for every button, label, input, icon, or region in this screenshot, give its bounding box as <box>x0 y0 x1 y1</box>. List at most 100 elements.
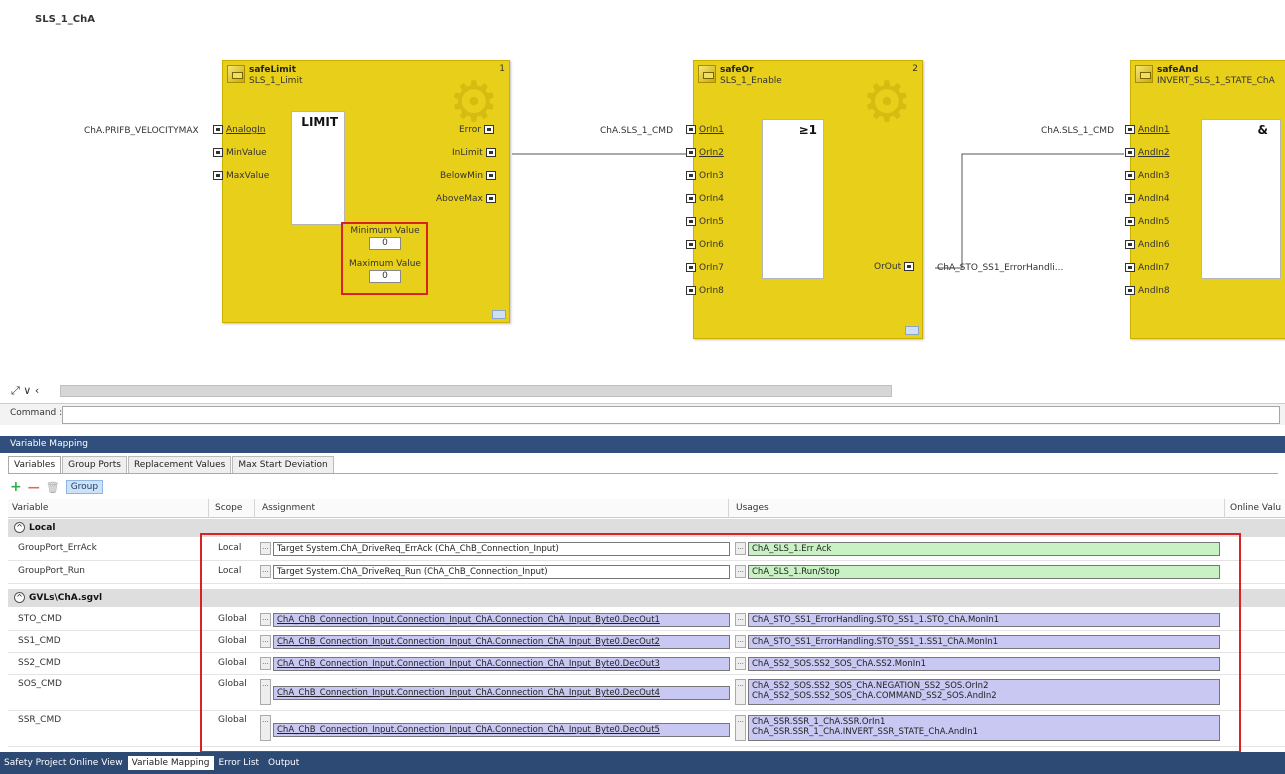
col-usages[interactable]: Usages <box>736 499 769 518</box>
expand-icon[interactable] <box>492 310 506 319</box>
collapse-icon[interactable]: ^ <box>14 592 25 603</box>
add-icon[interactable]: + <box>10 480 22 494</box>
panel-tabs: Variables Group Ports Replacement Values… <box>8 456 1278 474</box>
tab-output[interactable]: Output <box>264 756 303 770</box>
highlight-frame <box>341 222 428 295</box>
connection-wires <box>345 130 1200 269</box>
pin-andin1[interactable]: AndIn1 <box>1122 125 1170 136</box>
pin-connector-icon <box>686 194 696 203</box>
pin-connector-icon <box>213 171 223 180</box>
pin-orin3[interactable]: OrIn3 <box>683 171 724 182</box>
pin-orin5[interactable]: OrIn5 <box>683 217 724 228</box>
input-variable-label: ChA.SLS_1_CMD <box>600 126 673 136</box>
command-label: Command : <box>10 408 63 418</box>
col-online-value[interactable]: Online Valu <box>1230 499 1281 518</box>
block-type: safeOr <box>720 65 754 75</box>
highlight-frame <box>200 533 1241 753</box>
fbd-diagram-canvas[interactable]: SLS_1_ChA safeLimit SLS_1_Limit 1 ⚙ LIMI… <box>0 0 1285 358</box>
pin-connector-icon <box>686 148 696 157</box>
pin-andin2[interactable]: AndIn2 <box>1122 148 1170 159</box>
variable-name: STO_CMD <box>18 614 62 624</box>
tab-variables[interactable]: Variables <box>8 456 62 473</box>
pin-connector-icon <box>1125 240 1135 249</box>
pin-connector-icon <box>904 262 915 271</box>
bottom-tab-bar: Safety Project Online View Variable Mapp… <box>0 752 1285 774</box>
gear-watermark-icon: ⚙ <box>861 70 912 135</box>
pin-andin3[interactable]: AndIn3 <box>1122 171 1170 182</box>
pin-andin6[interactable]: AndIn6 <box>1122 240 1170 251</box>
expand-icon[interactable] <box>905 326 919 335</box>
collapse-icon[interactable]: ^ <box>14 522 25 533</box>
pin-connector-icon <box>213 148 223 157</box>
pin-connector-icon <box>686 286 696 295</box>
block-instance: INVERT_SLS_1_STATE_ChA <box>1157 76 1275 86</box>
pin-connector-icon <box>213 125 223 134</box>
and-core: & <box>1201 119 1281 279</box>
pin-connector-icon <box>686 125 696 134</box>
pin-connector-icon <box>1125 148 1135 157</box>
pin-connector-icon <box>1125 194 1135 203</box>
output-variable-label: ChA_STO_SS1_ErrorHandli... <box>937 263 1064 273</box>
tab-safety-project-online-view[interactable]: Safety Project Online View <box>0 756 127 770</box>
zoom-tool-icon[interactable]: ⤢ ∨ ‹ <box>11 384 39 398</box>
pin-orin7[interactable]: OrIn7 <box>683 263 724 274</box>
pin-inlimit[interactable]: InLimit <box>452 148 499 159</box>
panel-title: Variable Mapping <box>0 436 1285 453</box>
block-number: 1 <box>499 64 505 74</box>
canvas-toolbar: ⤢ ∨ ‹ <box>0 381 1285 403</box>
pin-andin4[interactable]: AndIn4 <box>1122 194 1170 205</box>
pin-maxvalue[interactable]: MaxValue <box>210 171 269 182</box>
command-bar: Command : <box>0 403 1285 425</box>
pin-orin4[interactable]: OrIn4 <box>683 194 724 205</box>
input-variable-label: ChA.SLS_1_CMD <box>1041 126 1114 136</box>
group-button[interactable]: Group <box>65 480 104 494</box>
function-block-icon <box>227 65 245 83</box>
tab-group-ports[interactable]: Group Ports <box>62 456 127 473</box>
block-instance: SLS_1_Limit <box>249 76 303 86</box>
function-block-icon <box>698 65 716 83</box>
variable-name: GroupPort_ErrAck <box>18 543 97 553</box>
col-scope[interactable]: Scope <box>215 499 242 518</box>
pin-andin7[interactable]: AndIn7 <box>1122 263 1170 274</box>
tab-error-list[interactable]: Error List <box>215 756 264 770</box>
pin-error[interactable]: Error <box>459 125 497 136</box>
pin-connector-icon <box>485 148 496 157</box>
variable-name: SS2_CMD <box>18 658 61 668</box>
pin-connector-icon <box>1125 125 1135 134</box>
tab-variable-mapping[interactable]: Variable Mapping <box>127 756 214 770</box>
pin-connector-icon <box>1125 286 1135 295</box>
pin-andin5[interactable]: AndIn5 <box>1122 217 1170 228</box>
grid-header <box>8 499 1285 518</box>
pin-connector-icon <box>486 171 497 180</box>
pin-connector-icon <box>483 125 494 134</box>
pin-orin6[interactable]: OrIn6 <box>683 240 724 251</box>
core-label: ≥1 <box>798 123 817 137</box>
pin-analogin[interactable]: AnalogIn <box>210 125 265 136</box>
pin-connector-icon <box>1125 171 1135 180</box>
limit-core: LIMIT <box>291 111 345 225</box>
pin-orin2[interactable]: OrIn2 <box>683 148 724 159</box>
pin-andin8[interactable]: AndIn8 <box>1122 286 1170 297</box>
input-variable-label: ChA.PRIFB_VELOCITYMAX <box>84 126 199 136</box>
tab-max-start-deviation[interactable]: Max Start Deviation <box>232 456 334 473</box>
pin-minvalue[interactable]: MinValue <box>210 148 267 159</box>
col-variable[interactable]: Variable <box>12 499 48 518</box>
pin-belowmin[interactable]: BelowMin <box>440 171 499 182</box>
pin-orin1[interactable]: OrIn1 <box>683 125 724 136</box>
horizontal-scrollbar[interactable] <box>60 385 892 397</box>
remove-icon[interactable]: — <box>28 480 40 494</box>
delete-icon[interactable]: 🗑 <box>46 481 60 494</box>
col-assignment[interactable]: Assignment <box>262 499 315 518</box>
pin-orout[interactable]: OrOut <box>874 262 917 273</box>
pin-orin8[interactable]: OrIn8 <box>683 286 724 297</box>
pin-connector-icon <box>1125 263 1135 272</box>
safeor-block[interactable]: safeOr SLS_1_Enable 2 ⚙ ≥1 <box>693 60 923 339</box>
command-input[interactable] <box>62 406 1280 424</box>
pin-connector-icon <box>686 263 696 272</box>
variable-name: SOS_CMD <box>18 679 62 689</box>
tab-replacement-values[interactable]: Replacement Values <box>127 456 232 473</box>
variable-name: GroupPort_Run <box>18 566 85 576</box>
pin-connector-icon <box>1125 217 1135 226</box>
block-type: safeAnd <box>1157 65 1199 75</box>
pin-abovemax[interactable]: AboveMax <box>436 194 499 205</box>
